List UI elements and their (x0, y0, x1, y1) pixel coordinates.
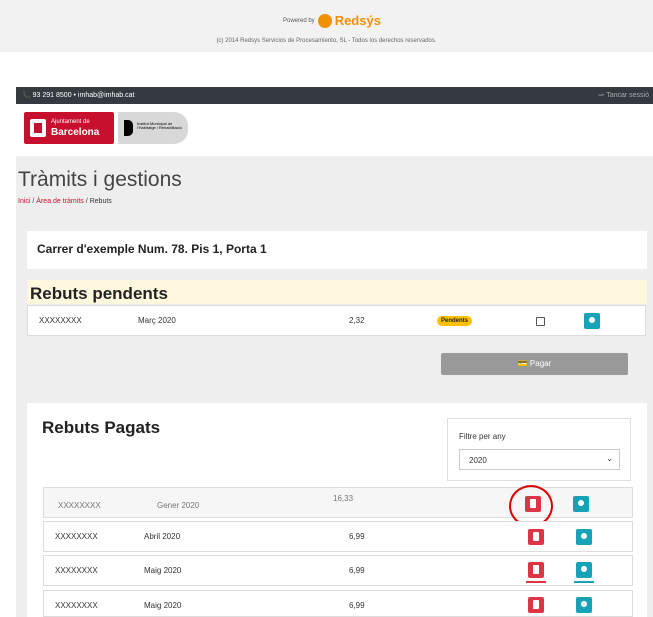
redsys-copyright: (c) 2014 Redsys Servicios de Procesamien… (216, 38, 437, 44)
receipt-ref: XXXXXXXX (39, 316, 82, 325)
paid-title: Rebuts Pagats (42, 418, 161, 437)
info-icon (578, 500, 584, 506)
hover-underline (574, 581, 594, 583)
page-title: Tràmits i gestions (18, 168, 182, 191)
receipt-ref: XXXXXXXX (55, 601, 98, 610)
receipt-period: Abril 2020 (144, 532, 181, 541)
download-pdf-button[interactable] (528, 529, 544, 545)
imhab-mark-icon (124, 120, 133, 136)
receipt-amount: 6,99 (349, 601, 365, 610)
imhab-logo[interactable]: Institut Municipal de l'Habitatge i Reha… (118, 112, 188, 144)
receipt-period: Març 2020 (138, 316, 176, 325)
hover-underline (526, 581, 546, 583)
paid-row: XXXXXXXX Maig 2020 6,99 (43, 590, 633, 617)
receipt-ref: XXXXXXXX (55, 566, 98, 575)
receipt-ref: XXXXXXXX (55, 532, 98, 541)
breadcrumb: Inici / Àrea de tràmits / Rebuts (18, 198, 112, 205)
info-icon (581, 533, 587, 539)
ajuntament-barcelona-logo[interactable]: Ajuntament de Barcelona (24, 112, 114, 144)
info-button[interactable] (576, 529, 592, 545)
paid-row: XXXXXXXX Maig 2020 6,99 (43, 555, 633, 586)
receipt-ref: XXXXXXXX (58, 501, 101, 510)
info-icon (581, 601, 587, 607)
info-icon (581, 566, 587, 572)
filter-label: Filtre per any (459, 432, 506, 441)
top-bar: 📞 93 291 8500 • imhab@imhab.cat ⇨ Tancar… (16, 87, 653, 104)
year-select-value: 2020 (469, 456, 487, 465)
redsys-brand-text: Redsýs (334, 13, 381, 28)
address-card: Carrer d'exemple Num. 78. Pis 1, Porta 1 (27, 231, 647, 269)
receipt-amount: 6,99 (349, 566, 365, 575)
receipt-period: Maig 2020 (144, 566, 182, 575)
year-filter: Filtre per any 2020 ⌄ (447, 418, 631, 481)
paid-row: XXXXXXXX Abril 2020 6,99 (43, 521, 633, 552)
download-pdf-button[interactable] (528, 562, 544, 578)
pending-row: XXXXXXXX Març 2020 2,32 Pendents (27, 305, 646, 336)
receipt-amount: 16,33 (333, 494, 354, 503)
select-checkbox[interactable] (536, 317, 545, 326)
logo-line-2: Barcelona (51, 127, 100, 138)
info-button[interactable] (584, 313, 600, 329)
contact-info: 📞 93 291 8500 • imhab@imhab.cat (22, 92, 135, 99)
pay-button[interactable]: 💳 Pagar (441, 353, 628, 375)
info-button[interactable] (576, 562, 592, 578)
logout-link[interactable]: ⇨ Tancar sessió (599, 91, 649, 99)
receipt-period: Gener 2020 (157, 501, 200, 510)
logo-line-1: Ajuntament de (51, 119, 90, 125)
powered-by-text: Powered by (283, 17, 315, 24)
imhab-logo-text: Institut Municipal de l'Habitatge i Reha… (137, 121, 182, 130)
info-icon (589, 317, 595, 323)
breadcrumb-area[interactable]: Àrea de tràmits (36, 198, 83, 205)
breadcrumb-current: Rebuts (89, 198, 112, 205)
barcelona-crest-icon (30, 119, 46, 137)
address-text: Carrer d'exemple Num. 78. Pis 1, Porta 1 (37, 242, 267, 256)
status-badge: Pendents (437, 316, 473, 326)
redsys-logo: Powered by Redsýs (283, 13, 381, 28)
year-select[interactable]: 2020 ⌄ (459, 449, 620, 470)
receipt-amount: 2,32 (349, 316, 365, 325)
info-button[interactable] (573, 496, 589, 512)
document-icon (533, 565, 539, 574)
redsys-logo-icon (317, 13, 332, 28)
receipt-period: Maig 2020 (144, 601, 182, 610)
info-button[interactable] (576, 597, 592, 613)
document-icon (533, 532, 539, 541)
pending-title: Rebuts pendents (30, 284, 168, 303)
breadcrumb-home[interactable]: Inici (18, 198, 30, 205)
receipt-amount: 6,99 (349, 532, 365, 541)
document-icon (533, 600, 539, 609)
redsys-banner: Powered by Redsýs (c) 2014 Redsys Servic… (0, 0, 653, 52)
logo-band: Ajuntament de Barcelona Institut Municip… (16, 104, 653, 156)
chevron-down-icon: ⌄ (606, 454, 613, 463)
download-pdf-button[interactable] (528, 597, 544, 613)
